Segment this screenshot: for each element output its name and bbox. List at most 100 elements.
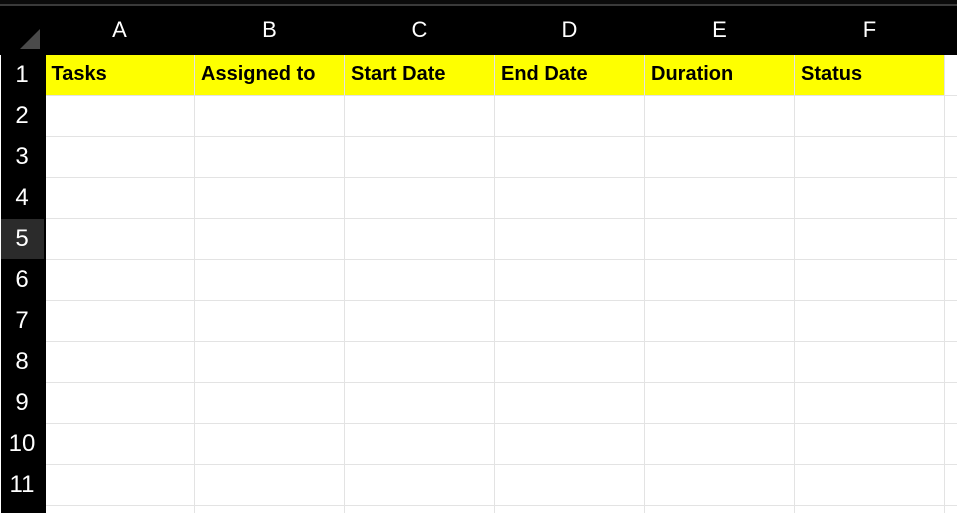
cell-B10[interactable]	[195, 423, 345, 464]
cell-C4[interactable]	[345, 177, 495, 218]
cell-B7[interactable]	[195, 300, 345, 341]
cell-D6[interactable]	[495, 259, 645, 300]
row-header-4[interactable]: 4	[1, 177, 45, 218]
cell-A9[interactable]	[45, 382, 195, 423]
cell-F8[interactable]	[795, 341, 945, 382]
cell-E1[interactable]: Duration	[645, 54, 795, 95]
cell-A10[interactable]	[45, 423, 195, 464]
cell-B2[interactable]	[195, 95, 345, 136]
cell-A4[interactable]	[45, 177, 195, 218]
cell-D5[interactable]	[495, 218, 645, 259]
row-header-11[interactable]: 11	[1, 464, 45, 505]
row-header-6[interactable]: 6	[1, 259, 45, 300]
cell-E6[interactable]	[645, 259, 795, 300]
cell-edge	[945, 259, 957, 300]
cell-E4[interactable]	[645, 177, 795, 218]
column-header-E[interactable]: E	[645, 6, 795, 54]
cell-C11[interactable]	[345, 464, 495, 505]
cell-A5[interactable]	[45, 218, 195, 259]
cell-C1[interactable]: Start Date	[345, 54, 495, 95]
cell-F5[interactable]	[795, 218, 945, 259]
cell-D11[interactable]	[495, 464, 645, 505]
cell-F10[interactable]	[795, 423, 945, 464]
cell-E2[interactable]	[645, 95, 795, 136]
cell-edge	[945, 423, 957, 464]
cell-D4[interactable]	[495, 177, 645, 218]
cell-B11[interactable]	[195, 464, 345, 505]
cell-A6[interactable]	[45, 259, 195, 300]
cell-E5[interactable]	[645, 218, 795, 259]
cell-B6[interactable]	[195, 259, 345, 300]
column-header-C[interactable]: C	[345, 6, 495, 54]
cell-E8[interactable]	[645, 341, 795, 382]
row-header-7[interactable]: 7	[1, 300, 45, 341]
column-header-B[interactable]: B	[195, 6, 345, 54]
row-11: 11	[1, 464, 957, 505]
cell-D2[interactable]	[495, 95, 645, 136]
cell-E10[interactable]	[645, 423, 795, 464]
cell-D9[interactable]	[495, 382, 645, 423]
cell-E7[interactable]	[645, 300, 795, 341]
column-header-A[interactable]: A	[45, 6, 195, 54]
cell-C6[interactable]	[345, 259, 495, 300]
cell-A1[interactable]: Tasks	[45, 54, 195, 95]
cell-B3[interactable]	[195, 136, 345, 177]
cell-A3[interactable]	[45, 136, 195, 177]
cell-E11[interactable]	[645, 464, 795, 505]
cell-D7[interactable]	[495, 300, 645, 341]
cell-F6[interactable]	[795, 259, 945, 300]
cell-E9[interactable]	[645, 382, 795, 423]
cell-B12[interactable]	[195, 505, 345, 513]
cell-edge	[945, 341, 957, 382]
cell-B4[interactable]	[195, 177, 345, 218]
cell-B9[interactable]	[195, 382, 345, 423]
cell-A2[interactable]	[45, 95, 195, 136]
cell-F2[interactable]	[795, 95, 945, 136]
cell-B1[interactable]: Assigned to	[195, 54, 345, 95]
cell-B5[interactable]	[195, 218, 345, 259]
cell-A8[interactable]	[45, 341, 195, 382]
cell-C12[interactable]	[345, 505, 495, 513]
cell-A11[interactable]	[45, 464, 195, 505]
row-header-3[interactable]: 3	[1, 136, 45, 177]
column-header-row: A B C D E F	[1, 6, 957, 54]
cell-C9[interactable]	[345, 382, 495, 423]
select-all-corner[interactable]	[1, 6, 45, 54]
cell-F1[interactable]: Status	[795, 54, 945, 95]
cell-A7[interactable]	[45, 300, 195, 341]
row-header-12[interactable]: 12	[1, 505, 45, 513]
cell-C5[interactable]	[345, 218, 495, 259]
cell-F11[interactable]	[795, 464, 945, 505]
cell-F12[interactable]	[795, 505, 945, 513]
column-header-D[interactable]: D	[495, 6, 645, 54]
cell-edge	[945, 177, 957, 218]
cell-D12[interactable]	[495, 505, 645, 513]
column-header-edge	[945, 6, 957, 54]
row-2: 2	[1, 95, 957, 136]
cell-D3[interactable]	[495, 136, 645, 177]
cell-edge	[945, 505, 957, 513]
cell-F7[interactable]	[795, 300, 945, 341]
cell-A12[interactable]	[45, 505, 195, 513]
row-header-8[interactable]: 8	[1, 341, 45, 382]
cell-D8[interactable]	[495, 341, 645, 382]
row-header-10[interactable]: 10	[1, 423, 45, 464]
cell-D10[interactable]	[495, 423, 645, 464]
cell-C7[interactable]	[345, 300, 495, 341]
cell-E12[interactable]	[645, 505, 795, 513]
cell-C10[interactable]	[345, 423, 495, 464]
column-header-F[interactable]: F	[795, 6, 945, 54]
cell-F4[interactable]	[795, 177, 945, 218]
cell-B8[interactable]	[195, 341, 345, 382]
row-header-2[interactable]: 2	[1, 95, 45, 136]
cell-F3[interactable]	[795, 136, 945, 177]
cell-C2[interactable]	[345, 95, 495, 136]
cell-C8[interactable]	[345, 341, 495, 382]
cell-C3[interactable]	[345, 136, 495, 177]
cell-E3[interactable]	[645, 136, 795, 177]
row-header-5[interactable]: 5	[1, 218, 45, 259]
row-header-9[interactable]: 9	[1, 382, 45, 423]
cell-D1[interactable]: End Date	[495, 54, 645, 95]
cell-F9[interactable]	[795, 382, 945, 423]
row-header-1[interactable]: 1	[1, 54, 45, 95]
